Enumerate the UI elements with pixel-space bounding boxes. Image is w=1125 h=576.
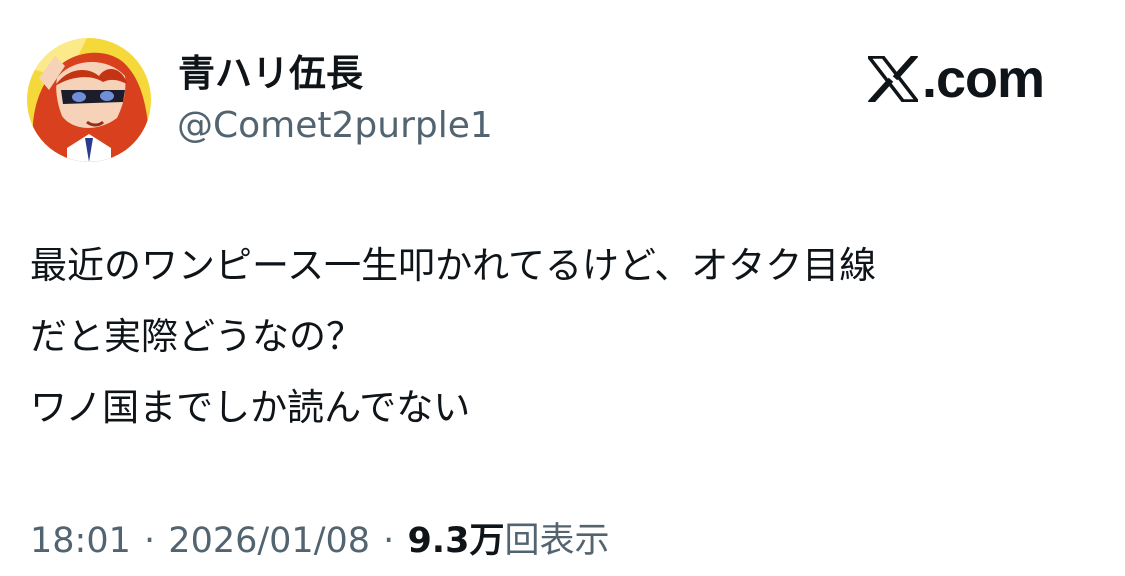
tweet-meta: 18:01 · 2026/01/08 · 9.3万回表示 [30,516,609,566]
meta-separator: · [144,521,156,561]
author-display-name[interactable]: 青ハリ伍長 [178,50,363,98]
tweet-line: 最近のワンピース一生叩かれてるけど、オタク目線 [30,244,877,287]
x-logo-icon [868,56,918,102]
tweet-line: だと実際どうなの？ [30,315,363,358]
tweet-line: ワノ国までしか読んでない [30,386,471,429]
x-brand[interactable]: .com [868,49,1045,109]
views-label: 回表示 [504,521,610,561]
tweet-time[interactable]: 18:01 [30,521,131,561]
brand-suffix: .com [922,49,1045,109]
tweet-card: 青ハリ伍長 @Comet2purple1 .com 最近のワンピース一生叩かれて… [0,0,1125,576]
anime-avatar-icon [27,38,151,162]
author-avatar[interactable] [27,38,151,162]
meta-separator: · [383,521,395,561]
views-count[interactable]: 9.3万 [407,521,504,561]
tweet-date[interactable]: 2026/01/08 [168,521,370,561]
author-handle[interactable]: @Comet2purple1 [177,103,493,149]
tweet-body: 最近のワンピース一生叩かれてるけど、オタク目線 だと実際どうなの？ ワノ国までし… [30,230,1100,443]
